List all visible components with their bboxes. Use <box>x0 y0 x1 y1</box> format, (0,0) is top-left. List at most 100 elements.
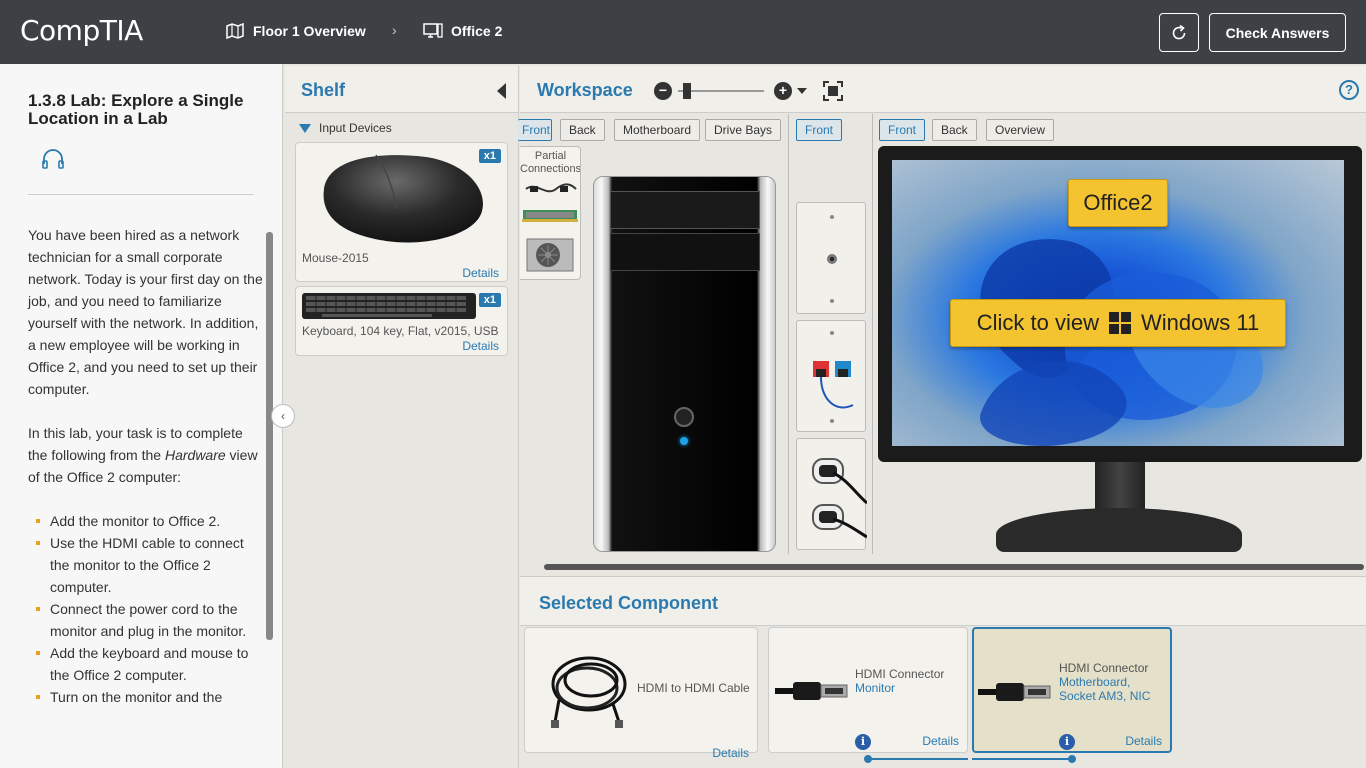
partial-connections-label: Partial Connections <box>520 150 581 175</box>
refresh-icon <box>1172 24 1186 39</box>
windows-version-label: Windows 11 <box>1141 310 1260 335</box>
quantity-badge: x1 <box>478 149 501 163</box>
info-icon[interactable]: i <box>855 734 871 750</box>
collapse-instructions-button[interactable]: ‹ <box>271 404 295 428</box>
drive-bay[interactable] <box>610 233 760 271</box>
tab-computer-front[interactable]: Front <box>518 119 552 141</box>
zoom-slider-thumb[interactable] <box>683 83 691 99</box>
category-input-devices[interactable]: Input Devices <box>299 121 392 135</box>
selected-component-title: Selected Component <box>539 593 719 613</box>
reset-button[interactable] <box>1159 13 1199 52</box>
tab-computer-drive-bays[interactable]: Drive Bays <box>705 119 782 141</box>
comptia-logo: CompTIA <box>20 14 143 47</box>
component-card-hdmi-motherboard[interactable]: HDMI Connector Motherboard, Socket AM3, … <box>972 627 1172 753</box>
click-to-view-label: Click to view <box>976 310 1100 335</box>
workspace-horizontal-scrollbar[interactable] <box>544 564 1364 570</box>
component-name: HDMI Connector <box>855 667 945 681</box>
breadcrumb-floor-label: Floor 1 Overview <box>253 23 366 39</box>
collapse-shelf-icon[interactable] <box>497 83 506 99</box>
office-label-badge[interactable]: Office2 <box>1068 179 1168 227</box>
check-answers-button[interactable]: Check Answers <box>1209 13 1346 52</box>
task-item: Add the keyboard and mouse to the Office… <box>28 642 264 686</box>
tab-computer-back[interactable]: Back <box>560 119 605 141</box>
zoom-in-icon[interactable]: + <box>774 82 792 100</box>
power-supply-thumbnail[interactable] <box>526 235 574 275</box>
monitor-base <box>996 508 1242 552</box>
wall-plate-network[interactable] <box>796 320 866 432</box>
shelf-header: Shelf <box>285 66 518 113</box>
intro-paragraph: You have been hired as a network technic… <box>28 227 263 397</box>
hdmi-connector-image <box>978 683 1051 701</box>
task-intro-paragraph: In this lab, your task is to complete th… <box>28 422 264 488</box>
power-outlet[interactable] <box>796 438 868 550</box>
component-name-block: HDMI Connector Motherboard, Socket AM3, … <box>1059 661 1169 703</box>
monitor-stand <box>1095 462 1145 512</box>
connection-line <box>972 758 1072 760</box>
shelf-item-keyboard[interactable]: x1 Keyboard, 104 key, Flat, v2015, USB D… <box>295 286 508 356</box>
click-to-view-windows-button[interactable]: Click to view Windows 11 <box>950 299 1286 347</box>
instructions-body: You have been hired as a network technic… <box>28 224 264 708</box>
component-card-hdmi-cable[interactable]: HDMI to HDMI Cable Details <box>524 627 758 760</box>
hdmi-cable-image <box>551 656 627 728</box>
fit-to-screen-icon[interactable] <box>823 81 843 101</box>
connection-endpoint <box>1068 755 1076 763</box>
computer-tower[interactable] <box>593 176 776 552</box>
breadcrumb-floor[interactable]: Floor 1 Overview <box>225 22 366 40</box>
breadcrumb-separator-icon: › <box>392 22 397 38</box>
tab-monitor-back[interactable]: Back <box>932 119 977 141</box>
instructions-scrollbar[interactable] <box>266 232 273 640</box>
shelf-item-mouse[interactable]: x1 Mouse-2015 Details <box>295 142 508 282</box>
component-sub-name: Motherboard, Socket AM3, NIC <box>1059 675 1151 703</box>
tab-monitor-front[interactable]: Front <box>879 119 926 141</box>
component-name-block: HDMI Connector Monitor <box>855 667 944 695</box>
power-outlet-icon <box>812 458 868 539</box>
task-item: Use the HDMI cable to connect the monito… <box>28 532 264 598</box>
task-intro-emphasis: Hardware <box>164 447 226 463</box>
mouse-image <box>323 154 483 243</box>
tab-wall-front[interactable]: Front <box>796 119 843 141</box>
shelf-item-label: Keyboard, 104 key, Flat, v2015, USB <box>302 324 499 338</box>
task-item: Turn on the monitor and the <box>28 686 264 708</box>
quantity-badge: x1 <box>478 293 501 307</box>
wall-plate-coax[interactable] <box>796 202 866 314</box>
cable-thumbnail[interactable] <box>522 179 578 199</box>
top-bar: CompTIA Floor 1 Overview › Office 2 Chec… <box>0 0 1366 64</box>
selected-component-header: Selected Component <box>520 577 1366 626</box>
workspace-title: Workspace <box>537 80 633 100</box>
shelf-title: Shelf <box>301 80 346 100</box>
divider <box>788 114 789 554</box>
computer-icon <box>423 23 443 38</box>
category-label: Input Devices <box>319 121 392 135</box>
workspace-header: Workspace − + ? <box>520 66 1366 113</box>
headphones-icon[interactable] <box>40 148 66 170</box>
optical-drive[interactable] <box>610 191 760 229</box>
lab-title: 1.3.8 Lab: Explore a Single Location in … <box>28 91 244 128</box>
selected-component-panel: Selected Component HDMI to HDMI Cable De… <box>520 576 1366 768</box>
windows-logo-icon <box>1109 312 1132 334</box>
shelf-item-label: Mouse-2015 <box>302 251 369 265</box>
details-link[interactable]: Details <box>922 734 959 748</box>
coax-jack-icon <box>827 215 837 303</box>
workspace-panel: Workspace − + ? Front Back Motherboard D… <box>518 66 1366 573</box>
partial-connections-panel: Partial Connections <box>520 146 581 280</box>
task-list: Add the monitor to Office 2. Use the HDM… <box>28 510 264 708</box>
power-button[interactable] <box>674 407 694 427</box>
breadcrumb-office[interactable]: Office 2 <box>423 22 502 40</box>
tab-monitor-overview[interactable]: Overview <box>986 119 1055 141</box>
component-card-hdmi-monitor[interactable]: HDMI Connector Monitor i Details <box>768 627 968 753</box>
instructions-panel: 1.3.8 Lab: Explore a Single Location in … <box>0 64 283 768</box>
zoom-out-icon[interactable]: − <box>654 82 672 100</box>
zoom-dropdown-icon[interactable] <box>797 88 807 94</box>
tab-computer-motherboard[interactable]: Motherboard <box>614 119 701 141</box>
info-icon[interactable]: i <box>1059 734 1075 750</box>
details-link[interactable]: Details <box>1125 734 1162 748</box>
component-name: HDMI to HDMI Cable <box>637 681 750 695</box>
help-icon[interactable]: ? <box>1339 80 1359 100</box>
chevron-left-icon: ‹ <box>281 409 285 423</box>
details-link[interactable]: Details <box>462 339 499 353</box>
memory-thumbnail[interactable] <box>522 207 578 223</box>
breadcrumb-office-label: Office 2 <box>451 23 503 39</box>
details-link[interactable]: Details <box>712 746 749 760</box>
power-led <box>680 437 688 445</box>
details-link[interactable]: Details <box>462 266 499 280</box>
